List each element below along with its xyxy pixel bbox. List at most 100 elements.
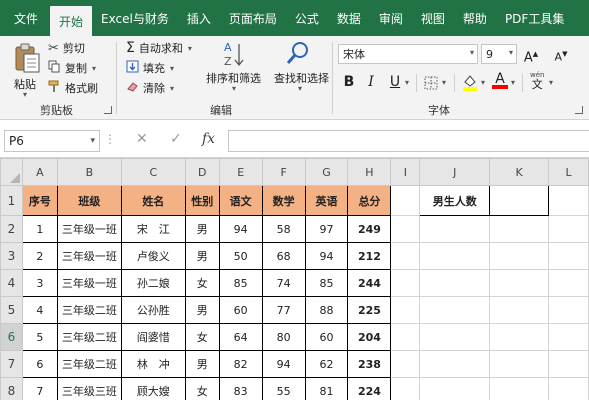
sort-filter-dropdown-icon[interactable]: ▾ bbox=[232, 84, 236, 93]
table-cell[interactable]: 83 bbox=[218, 377, 263, 400]
table-cell[interactable]: 孙二娘 bbox=[120, 269, 186, 297]
cell[interactable] bbox=[548, 350, 589, 378]
cell[interactable] bbox=[489, 296, 550, 324]
table-cell[interactable]: 女 bbox=[184, 269, 220, 297]
cell[interactable] bbox=[489, 377, 550, 400]
cell[interactable] bbox=[419, 350, 491, 378]
table-cell[interactable]: 宋 江 bbox=[120, 215, 186, 243]
font-launcher-icon[interactable] bbox=[575, 106, 583, 114]
table-cell[interactable]: 4 bbox=[21, 296, 58, 324]
cell[interactable] bbox=[489, 215, 550, 243]
font-size-dropdown-icon[interactable]: ▾ bbox=[509, 48, 513, 57]
table-cell[interactable]: 64 bbox=[218, 323, 263, 351]
male-count-value-cell[interactable] bbox=[489, 185, 550, 216]
table-cell[interactable]: 204 bbox=[347, 323, 392, 351]
cell[interactable] bbox=[419, 377, 491, 400]
table-cell[interactable]: 男 bbox=[184, 215, 220, 243]
cell[interactable] bbox=[548, 269, 589, 297]
table-cell[interactable]: 85 bbox=[218, 269, 263, 297]
font-size-select[interactable]: 9 ▾ bbox=[481, 44, 517, 64]
tab-insert[interactable]: 插入 bbox=[178, 0, 220, 36]
clipboard-launcher-icon[interactable] bbox=[104, 106, 112, 114]
table-cell[interactable]: 62 bbox=[304, 350, 349, 378]
table-cell[interactable]: 94 bbox=[304, 242, 349, 270]
header-cell-class[interactable]: 班级 bbox=[56, 185, 122, 216]
cell[interactable] bbox=[390, 350, 421, 378]
name-box[interactable]: P6 ▾ bbox=[4, 130, 100, 152]
find-select-dropdown-icon[interactable]: ▾ bbox=[298, 84, 302, 93]
underline-dropdown-icon[interactable]: ▾ bbox=[405, 78, 409, 87]
table-cell[interactable]: 58 bbox=[261, 215, 306, 243]
table-cell[interactable]: 238 bbox=[347, 350, 392, 378]
table-cell[interactable]: 85 bbox=[304, 269, 349, 297]
cell[interactable] bbox=[489, 269, 550, 297]
row-header-4[interactable]: 4 bbox=[0, 269, 23, 297]
table-cell[interactable]: 三年级一班 bbox=[56, 269, 122, 297]
worksheet-grid[interactable]: A B C D E F G H I J K L 1 序号 班级 姓名 性别 语文 bbox=[0, 158, 589, 400]
table-cell[interactable]: 68 bbox=[261, 242, 306, 270]
select-all-corner[interactable] bbox=[0, 158, 23, 186]
column-header-e[interactable]: E bbox=[218, 158, 263, 186]
copy-dropdown-icon[interactable]: ▾ bbox=[92, 64, 96, 73]
cell[interactable] bbox=[390, 269, 421, 297]
cell[interactable] bbox=[419, 242, 491, 270]
font-name-select[interactable]: 宋体 ▾ bbox=[338, 44, 478, 64]
row-header-7[interactable]: 7 bbox=[0, 350, 23, 378]
column-header-f[interactable]: F bbox=[261, 158, 306, 186]
cell[interactable] bbox=[548, 242, 589, 270]
fill-dropdown-icon[interactable]: ▾ bbox=[170, 64, 174, 73]
formula-input[interactable] bbox=[228, 130, 589, 152]
name-box-dropdown-icon[interactable]: ▾ bbox=[90, 131, 95, 151]
table-cell[interactable]: 55 bbox=[261, 377, 306, 400]
header-cell-total[interactable]: 总分 bbox=[347, 185, 392, 216]
table-cell[interactable]: 224 bbox=[347, 377, 392, 400]
row-header-2[interactable]: 2 bbox=[0, 215, 23, 243]
table-cell[interactable]: 三年级一班 bbox=[56, 215, 122, 243]
copy-button[interactable]: 复制 ▾ bbox=[48, 60, 96, 76]
cell[interactable] bbox=[548, 377, 589, 400]
table-cell[interactable]: 顾大嫂 bbox=[120, 377, 186, 400]
enter-icon[interactable]: ✓ bbox=[170, 131, 182, 147]
cell[interactable] bbox=[548, 215, 589, 243]
phonetic-guide-dropdown-icon[interactable]: ▾ bbox=[549, 78, 553, 87]
table-cell[interactable]: 244 bbox=[347, 269, 392, 297]
autosum-dropdown-icon[interactable]: ▾ bbox=[188, 44, 192, 53]
row-header-8[interactable]: 8 bbox=[0, 377, 23, 400]
cell[interactable] bbox=[419, 296, 491, 324]
table-cell[interactable]: 女 bbox=[184, 323, 220, 351]
table-cell[interactable]: 74 bbox=[261, 269, 306, 297]
column-header-c[interactable]: C bbox=[120, 158, 186, 186]
table-cell[interactable]: 三年级一班 bbox=[56, 242, 122, 270]
fill-color-icon[interactable] bbox=[462, 73, 478, 94]
table-cell[interactable]: 97 bbox=[304, 215, 349, 243]
column-header-i[interactable]: I bbox=[390, 158, 421, 186]
cancel-icon[interactable]: ✕ bbox=[136, 131, 148, 147]
find-select-button[interactable]: 查找和选择 ▾ bbox=[268, 40, 329, 98]
tab-page-layout[interactable]: 页面布局 bbox=[220, 0, 286, 36]
table-cell[interactable]: 7 bbox=[21, 377, 58, 400]
fill-color-dropdown-icon[interactable]: ▾ bbox=[481, 78, 485, 87]
paste-dropdown-icon[interactable]: ▾ bbox=[23, 90, 27, 99]
cell[interactable] bbox=[489, 323, 550, 351]
sort-filter-button[interactable]: A Z 排序和筛选 ▾ bbox=[206, 40, 266, 98]
cell[interactable] bbox=[390, 377, 421, 400]
formula-bar-grip-icon[interactable]: ⋮ bbox=[104, 132, 116, 150]
borders-icon[interactable] bbox=[424, 76, 438, 93]
header-cell-chinese[interactable]: 语文 bbox=[218, 185, 263, 216]
decrease-font-icon[interactable]: A▼ bbox=[552, 44, 570, 64]
table-cell[interactable]: 80 bbox=[261, 323, 306, 351]
cell[interactable] bbox=[419, 323, 491, 351]
cell[interactable] bbox=[390, 215, 421, 243]
bold-button[interactable]: B bbox=[340, 72, 358, 92]
table-cell[interactable]: 男 bbox=[184, 350, 220, 378]
table-cell[interactable]: 男 bbox=[184, 296, 220, 324]
table-cell[interactable]: 三年级三班 bbox=[56, 377, 122, 400]
insert-function-icon[interactable]: fx bbox=[202, 131, 215, 147]
clear-button[interactable]: 清除 ▾ bbox=[126, 80, 174, 96]
tab-help[interactable]: 帮助 bbox=[454, 0, 496, 36]
header-cell-math[interactable]: 数学 bbox=[261, 185, 306, 216]
table-cell[interactable]: 212 bbox=[347, 242, 392, 270]
male-count-label-cell[interactable]: 男生人数 bbox=[419, 185, 491, 216]
tab-data[interactable]: 数据 bbox=[328, 0, 370, 36]
autosum-button[interactable]: Σ 自动求和 ▾ bbox=[126, 40, 192, 56]
